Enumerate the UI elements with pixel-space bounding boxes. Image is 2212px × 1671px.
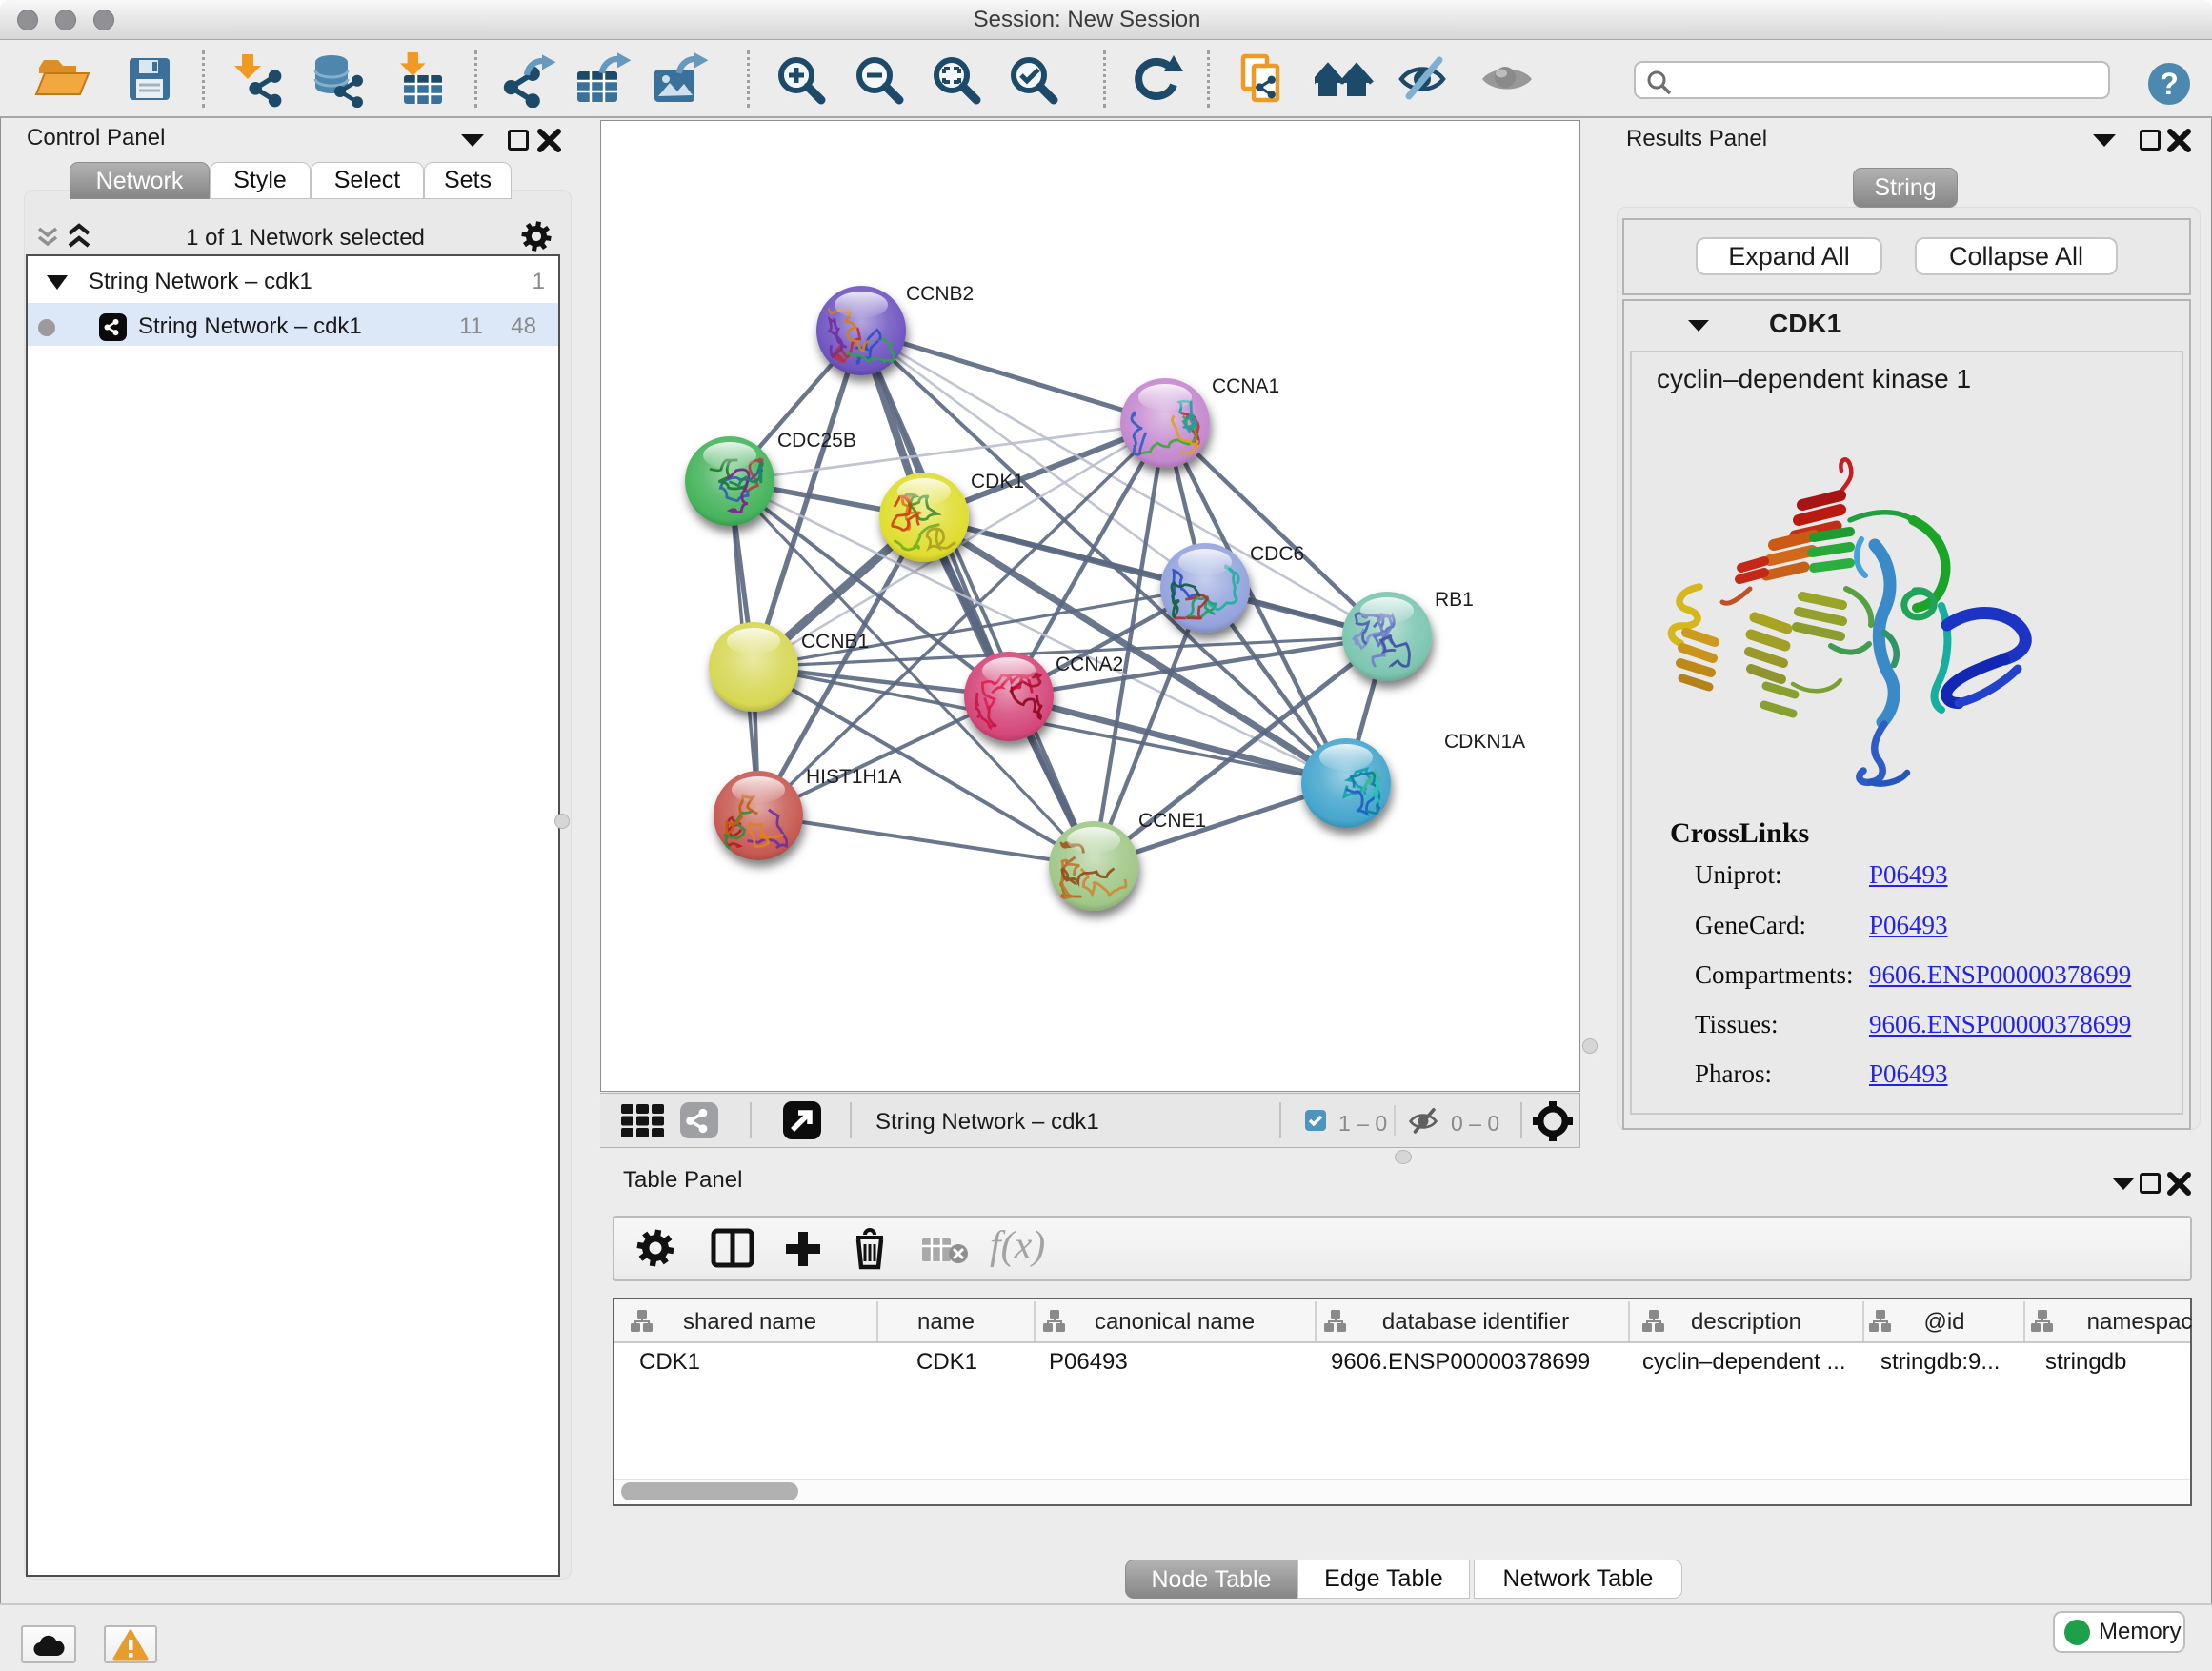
svg-text:CDK1: CDK1: [971, 471, 1024, 493]
svg-text:CCNA2: CCNA2: [1056, 654, 1123, 675]
svg-text:CCNB1: CCNB1: [801, 631, 869, 653]
svg-text:CDC25B: CDC25B: [777, 430, 856, 452]
svg-text:?: ?: [2160, 67, 2179, 101]
svg-text:CCNE1: CCNE1: [1138, 810, 1206, 832]
svg-text:CCNB2: CCNB2: [906, 283, 974, 305]
svg-text:RB1: RB1: [1435, 589, 1474, 611]
svg-text:CCNA1: CCNA1: [1212, 375, 1279, 397]
svg-text:CDKN1A: CDKN1A: [1444, 731, 1525, 753]
svg-text:CDC6: CDC6: [1250, 543, 1304, 565]
svg-text:HIST1H1A: HIST1H1A: [806, 766, 901, 788]
